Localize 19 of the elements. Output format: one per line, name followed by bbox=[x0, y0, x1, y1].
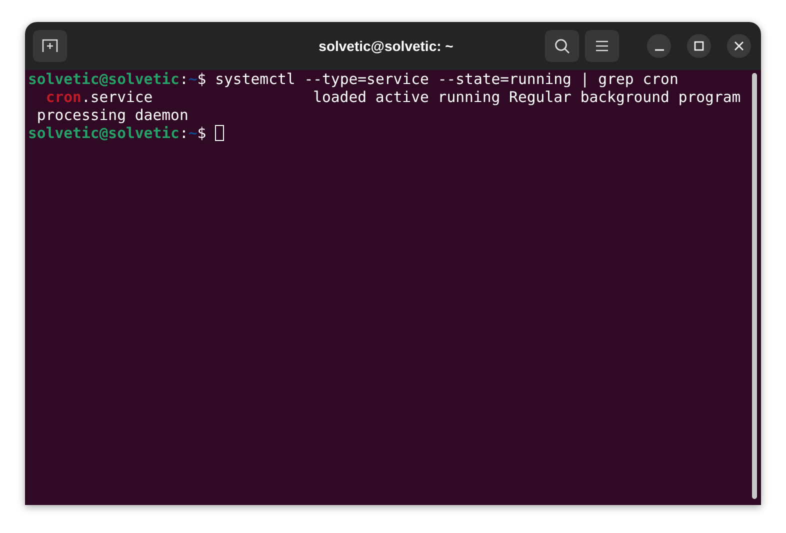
close-button[interactable] bbox=[727, 34, 751, 58]
terminal-line: solvetic@solvetic:~$ bbox=[28, 125, 224, 143]
terminal-line: solvetic@solvetic:~$ systemctl --type=service --state=running | grep cron bbox=[28, 71, 678, 89]
window-title: solvetic@solvetic: ~ bbox=[318, 38, 454, 54]
text-cursor bbox=[215, 125, 224, 141]
menu-icon bbox=[595, 40, 609, 52]
new-tab-button[interactable] bbox=[33, 30, 67, 62]
minimize-icon bbox=[654, 48, 664, 50]
maximize-icon bbox=[694, 41, 704, 51]
new-tab-icon bbox=[42, 39, 58, 53]
terminal-line: processing daemon bbox=[36, 107, 188, 125]
search-button[interactable] bbox=[545, 30, 579, 62]
search-icon bbox=[554, 38, 570, 54]
scrollbar[interactable] bbox=[752, 73, 757, 499]
minimize-button[interactable] bbox=[647, 34, 671, 58]
close-icon bbox=[734, 41, 744, 51]
maximize-button[interactable] bbox=[687, 34, 711, 58]
menu-button[interactable] bbox=[585, 30, 619, 62]
terminal-line: cron.service loaded active running Regular background program bbox=[44, 89, 741, 107]
